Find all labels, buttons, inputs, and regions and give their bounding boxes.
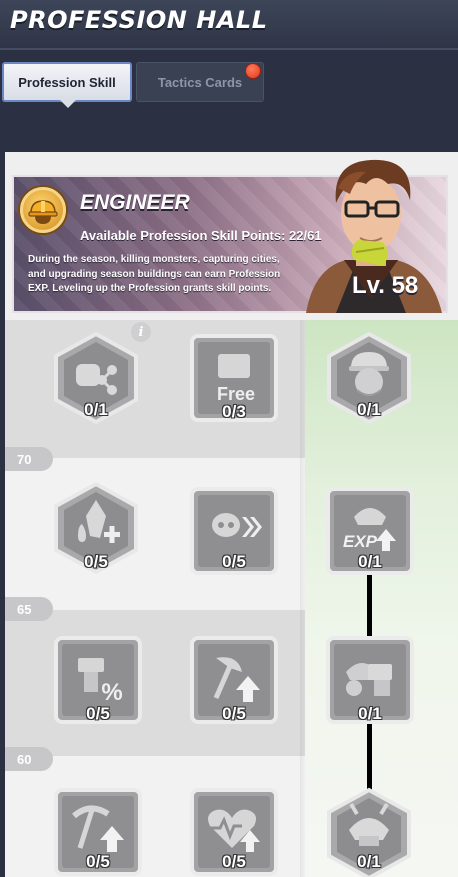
skill-count: 0/5 [222, 704, 246, 723]
level-marker: 65 [5, 597, 53, 621]
skill-node[interactable]: 0/1 [48, 330, 144, 426]
skill-node[interactable]: % 0/5 [50, 632, 146, 728]
level-marker: 70 [5, 447, 53, 471]
notification-dot-icon [245, 63, 261, 79]
profession-badge-icon [20, 187, 66, 233]
column-divider [300, 320, 306, 877]
skill-node[interactable]: 0/5 [186, 632, 282, 728]
skill-count: 0/1 [358, 704, 382, 723]
skill-count: 0/3 [222, 402, 246, 421]
skill-count: 0/5 [86, 704, 110, 723]
skill-node[interactable]: 0/1 [321, 786, 417, 877]
percent-glyph: % [101, 679, 122, 706]
level-marker: 60 [5, 747, 53, 771]
skill-node[interactable]: EXP 0/1 [322, 483, 418, 579]
skill-node[interactable]: 0/5 [48, 480, 144, 576]
skill-count: 0/5 [84, 552, 108, 571]
page-title: PROFESSION HALL [10, 6, 268, 34]
skill-node[interactable]: Free 0/3 [186, 330, 282, 426]
skill-count: 0/1 [357, 852, 381, 871]
skill-count: 0/1 [358, 552, 382, 571]
skill-node[interactable]: 0/1 [322, 632, 418, 728]
tab-profession-skill[interactable]: Profession Skill [2, 62, 132, 108]
profession-level: Lv. 58 [352, 272, 419, 299]
skill-node[interactable]: 0/5 [186, 784, 282, 877]
skill-count: 0/5 [86, 852, 110, 871]
skill-node[interactable]: 0/5 [186, 483, 282, 579]
skill-count: 0/5 [222, 552, 246, 571]
skill-count: 0/5 [222, 852, 246, 871]
skill-count: 0/1 [357, 400, 381, 419]
header-bar: PROFESSION HALL [0, 0, 458, 50]
skill-node[interactable]: 0/1 [321, 330, 417, 426]
profession-name: ENGINEER [80, 191, 190, 214]
skill-points-text: Available Profession Skill Points: 22/61 [80, 228, 322, 243]
profession-description: During the season, killing monsters, cap… [28, 254, 281, 294]
exp-glyph: EXP [343, 532, 378, 551]
hard-hat-icon [28, 200, 58, 224]
path-connector [367, 575, 372, 640]
free-badge-glyph: Free [217, 384, 255, 404]
skill-node[interactable]: 0/5 [50, 784, 146, 877]
skill-count: 0/1 [84, 400, 108, 419]
